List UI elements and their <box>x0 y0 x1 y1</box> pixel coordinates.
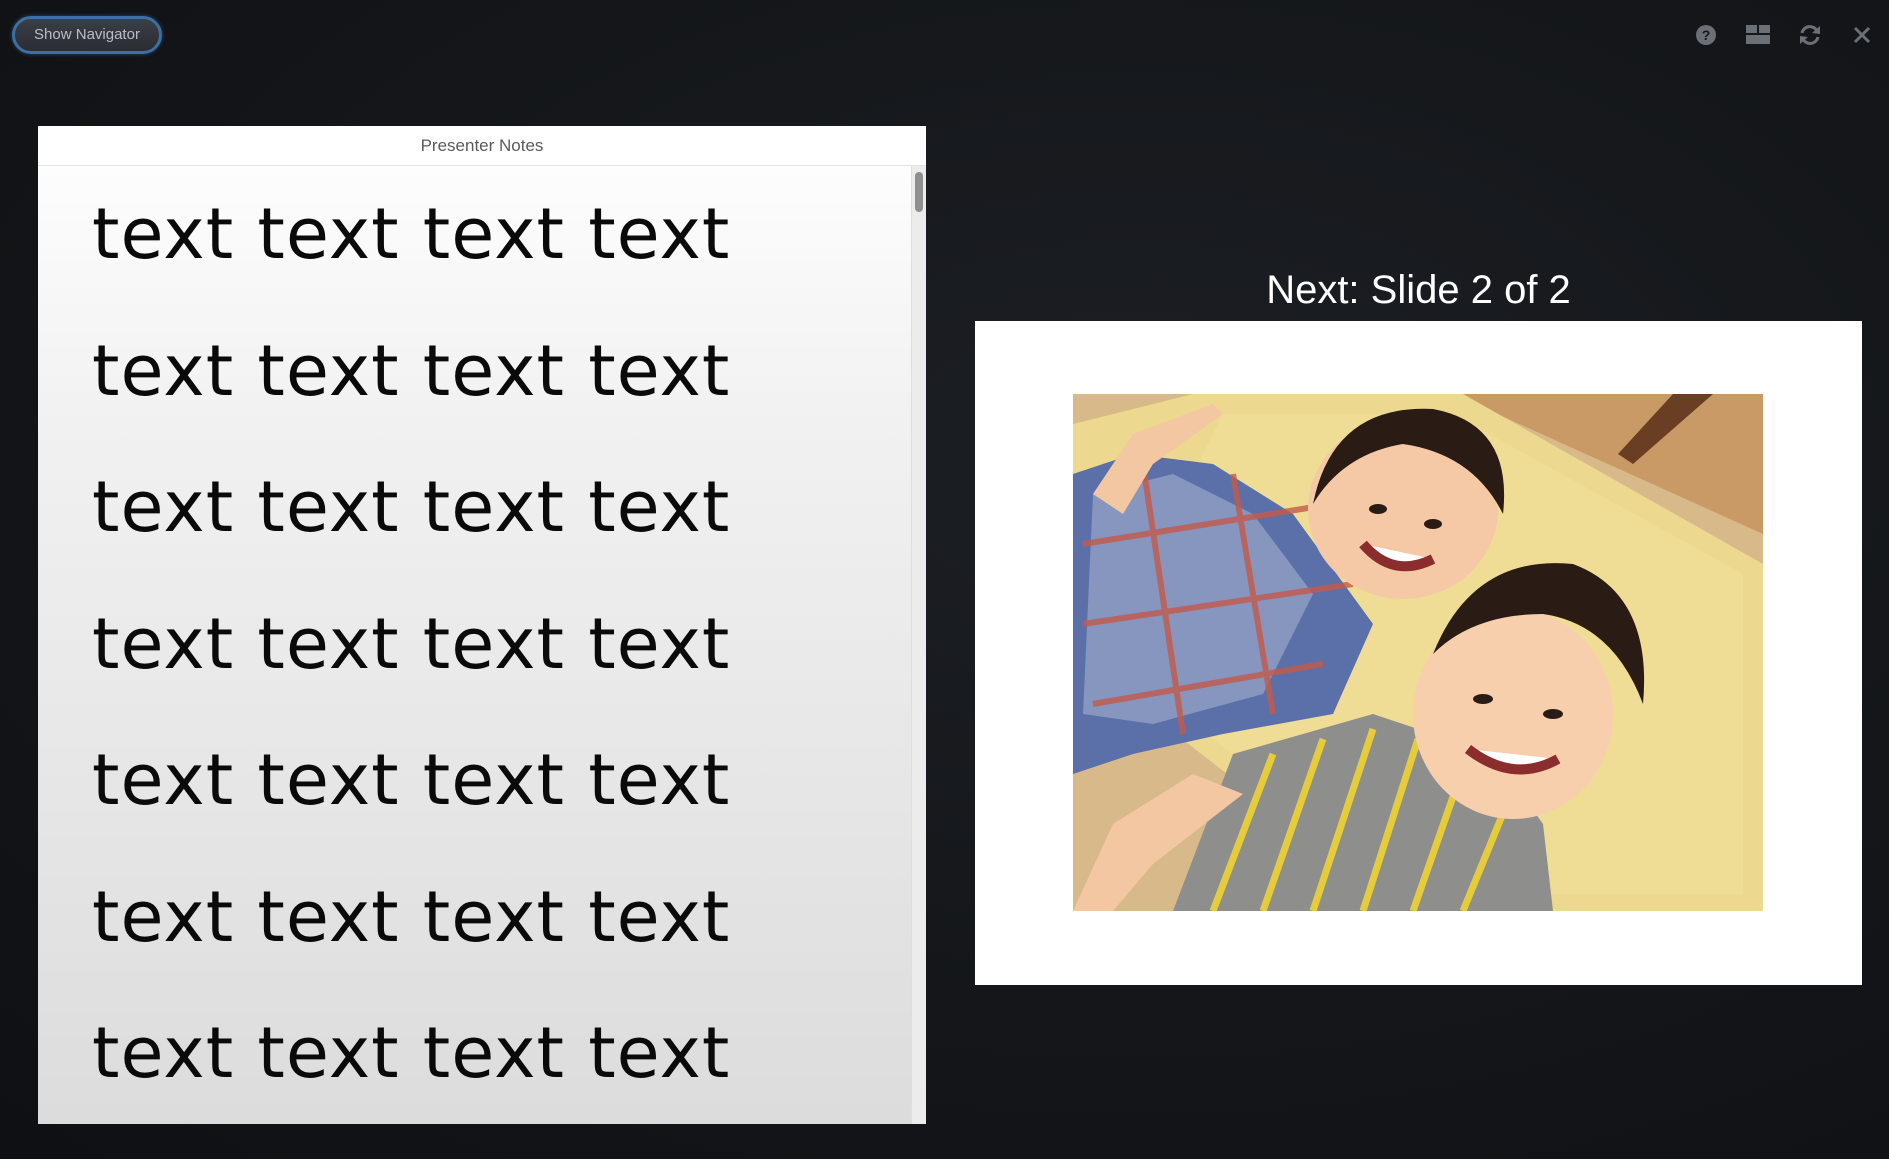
next-slide-preview <box>975 321 1862 985</box>
refresh-icon[interactable] <box>1795 20 1825 50</box>
notes-scrollbar[interactable] <box>911 166 926 1124</box>
note-line: text text text text <box>92 466 731 548</box>
note-line: text text text text <box>92 329 731 412</box>
note-line: text text text text <box>92 602 731 685</box>
presenter-display: Show Navigator ? Presenter Notes text te… <box>0 0 1889 1159</box>
presenter-notes-title: Presenter Notes <box>38 126 926 166</box>
note-line: text text text text <box>92 875 731 958</box>
close-icon[interactable] <box>1847 20 1877 50</box>
toolbar: ? <box>1691 20 1877 50</box>
slide-photo <box>1073 394 1763 911</box>
note-line: text text text text <box>92 1012 731 1094</box>
help-icon[interactable]: ? <box>1691 20 1721 50</box>
presenter-notes-panel: Presenter Notes text text text text text… <box>38 126 926 1124</box>
notes-scroll-thumb[interactable] <box>915 172 923 212</box>
layout-icon[interactable] <box>1743 20 1773 50</box>
show-navigator-button[interactable]: Show Navigator <box>12 16 162 54</box>
next-slide-label: Next: Slide 2 of 2 <box>1266 268 1571 312</box>
presenter-notes-body[interactable]: text text text text text text text text … <box>38 166 912 1124</box>
note-line: text text text text <box>92 739 731 821</box>
svg-text:?: ? <box>1702 27 1711 43</box>
note-line: text text text text <box>92 193 731 275</box>
